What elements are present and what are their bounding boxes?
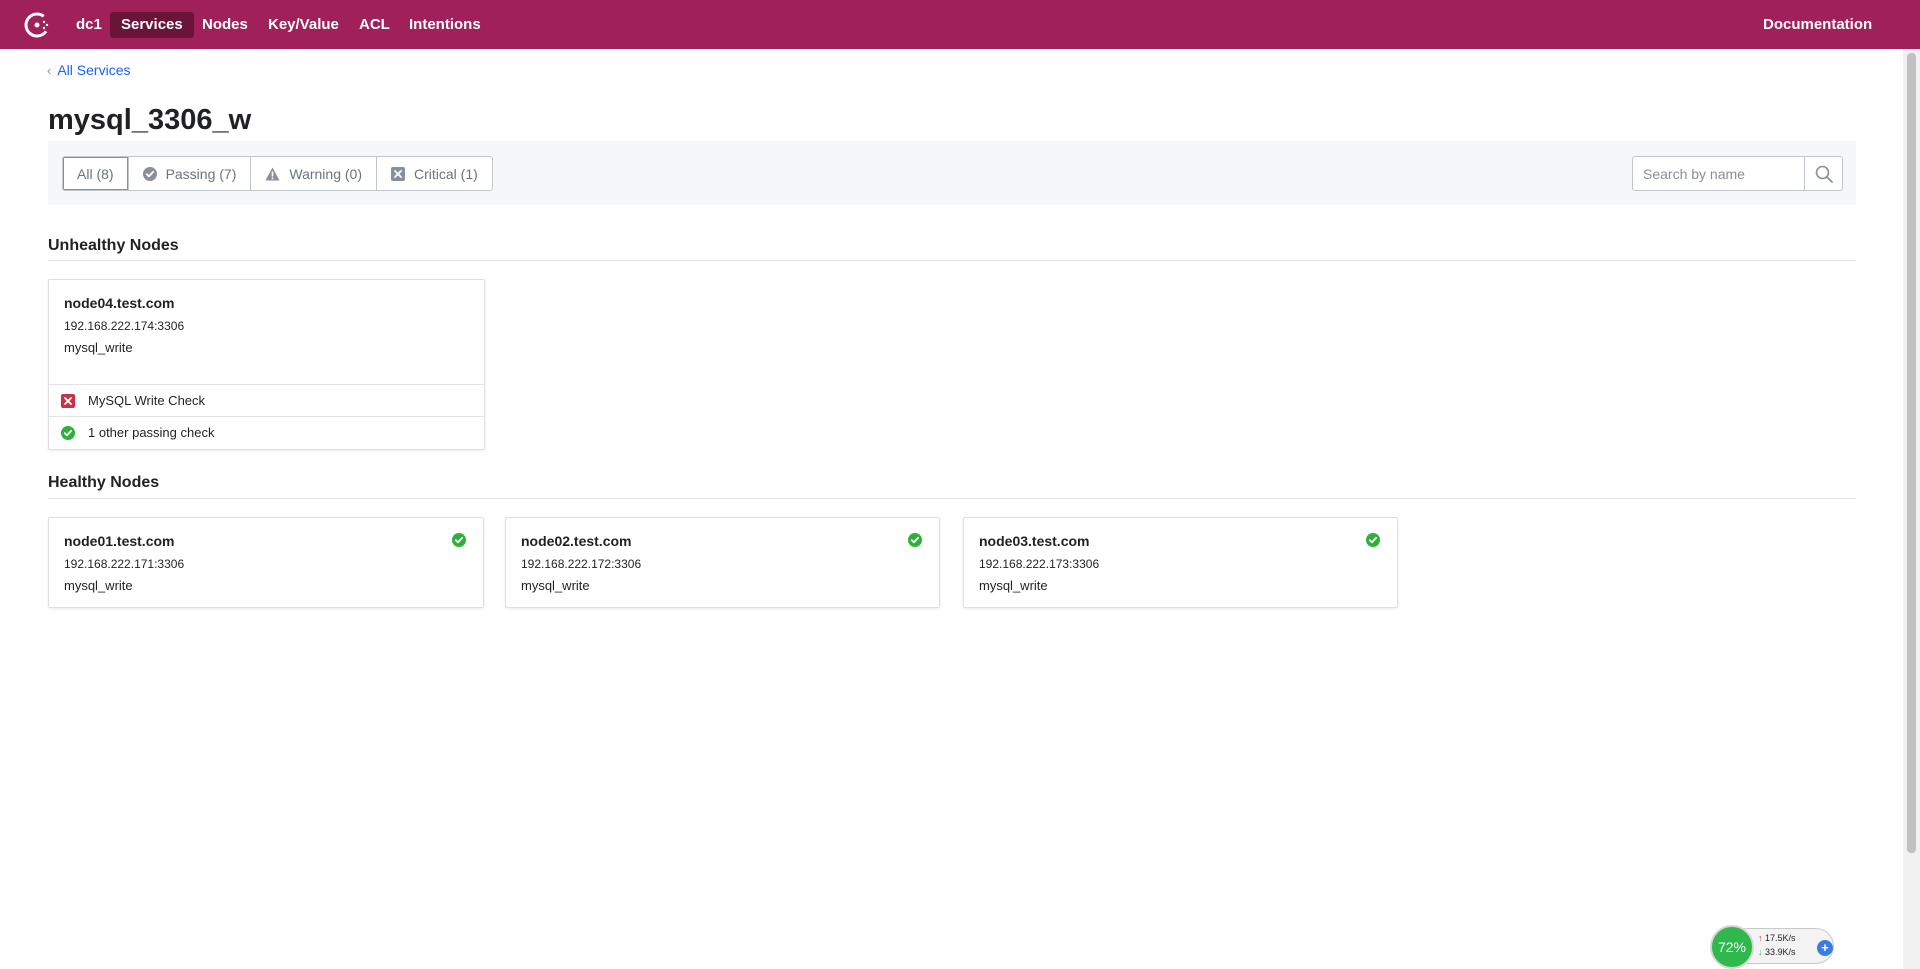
failing-check-row: MySQL Write Check <box>49 384 484 416</box>
service-id: mysql_write <box>64 340 133 355</box>
node-address: 192.168.222.173:3306 <box>979 557 1100 571</box>
upload-speed-value: 17.5K/s <box>1765 933 1796 943</box>
search-input[interactable] <box>1633 157 1804 190</box>
check-circle-icon <box>61 425 75 440</box>
vertical-scrollbar[interactable] <box>1903 49 1920 969</box>
healthy-nodes-heading: Healthy Nodes <box>48 474 160 491</box>
filter-passing-label: Passing (7) <box>165 165 237 182</box>
check-circle-icon <box>452 533 466 552</box>
node-name: node03.test.com <box>979 533 1090 549</box>
nav-intentions[interactable]: Intentions <box>398 12 492 38</box>
nav-key-value[interactable]: Key/Value <box>257 12 350 38</box>
failing-check-name: MySQL Write Check <box>88 393 206 408</box>
arrow-down-icon: ↓ <box>1758 947 1763 957</box>
critical-x-icon <box>61 393 75 408</box>
breadcrumb[interactable]: ‹ All Services <box>47 62 130 78</box>
top-nav: dc1 Services Nodes Key/Value ACL Intenti… <box>0 0 1920 49</box>
warning-triangle-icon <box>265 167 280 181</box>
unhealthy-nodes-heading: Unhealthy Nodes <box>48 237 179 254</box>
scrollbar-thumb[interactable] <box>1907 53 1916 853</box>
passing-check-summary-row: 1 other passing check <box>49 416 484 448</box>
consul-logo-icon[interactable] <box>23 11 51 39</box>
breadcrumb-all-services[interactable]: All Services <box>57 62 130 78</box>
search-box <box>1632 156 1843 191</box>
health-filter-group: All (8) Passing (7) Warning (0) Critical… <box>62 156 493 191</box>
service-id: mysql_write <box>521 578 590 593</box>
healthy-node-card[interactable]: node03.test.com 192.168.222.173:3306 mys… <box>963 517 1398 608</box>
node-name: node04.test.com <box>64 295 175 311</box>
filter-warning-label: Warning (0) <box>289 165 362 182</box>
check-circle-icon <box>1366 533 1380 552</box>
check-circle-icon <box>908 533 922 552</box>
node-name: node02.test.com <box>521 533 632 549</box>
search-icon <box>1815 165 1833 183</box>
filter-critical[interactable]: Critical (1) <box>377 157 492 190</box>
healthy-node-card[interactable]: node01.test.com 192.168.222.171:3306 mys… <box>48 517 484 608</box>
healthy-node-card[interactable]: node02.test.com 192.168.222.172:3306 mys… <box>505 517 940 608</box>
datacenter-selector[interactable]: dc1 <box>65 12 113 38</box>
service-id: mysql_write <box>64 578 133 593</box>
critical-x-icon <box>391 166 405 181</box>
upload-speed: ↑ 17.5K/s <box>1758 933 1796 943</box>
service-id: mysql_write <box>979 578 1048 593</box>
passing-check-summary: 1 other passing check <box>88 425 215 440</box>
unhealthy-node-card[interactable]: node04.test.com 192.168.222.174:3306 mys… <box>48 279 485 450</box>
memory-usage-gauge: 72% <box>1710 925 1754 969</box>
check-circle-icon <box>142 166 157 181</box>
filter-passing[interactable]: Passing (7) <box>128 157 252 190</box>
page-title: mysql_3306_w <box>48 104 252 136</box>
section-divider <box>48 260 1856 261</box>
arrow-up-icon: ↑ <box>1758 933 1763 943</box>
memory-usage-percent: 72% <box>1717 939 1747 955</box>
nav-nodes[interactable]: Nodes <box>191 12 259 38</box>
plus-icon[interactable]: + <box>1817 940 1833 956</box>
node-name: node01.test.com <box>64 533 175 549</box>
filter-all-label: All (8) <box>77 165 114 182</box>
filter-critical-label: Critical (1) <box>414 165 478 182</box>
node-address: 192.168.222.171:3306 <box>64 557 185 571</box>
filter-bar: All (8) Passing (7) Warning (0) Critical… <box>48 141 1856 205</box>
nav-services[interactable]: Services <box>110 12 194 38</box>
filter-all[interactable]: All (8) <box>63 157 129 190</box>
network-speed-widget[interactable]: 72% ↑ 17.5K/s ↓ 33.9K/s + <box>1710 925 1835 969</box>
download-speed: ↓ 33.9K/s <box>1758 947 1796 957</box>
download-speed-value: 33.9K/s <box>1765 947 1796 957</box>
node-address: 192.168.222.174:3306 <box>64 319 185 333</box>
nav-acl[interactable]: ACL <box>348 12 401 38</box>
nav-documentation[interactable]: Documentation <box>1752 12 1883 38</box>
node-address: 192.168.222.172:3306 <box>521 557 642 571</box>
search-button[interactable] <box>1804 157 1842 190</box>
chevron-left-icon: ‹ <box>47 62 52 78</box>
section-divider <box>48 498 1856 499</box>
filter-warning[interactable]: Warning (0) <box>251 157 377 190</box>
